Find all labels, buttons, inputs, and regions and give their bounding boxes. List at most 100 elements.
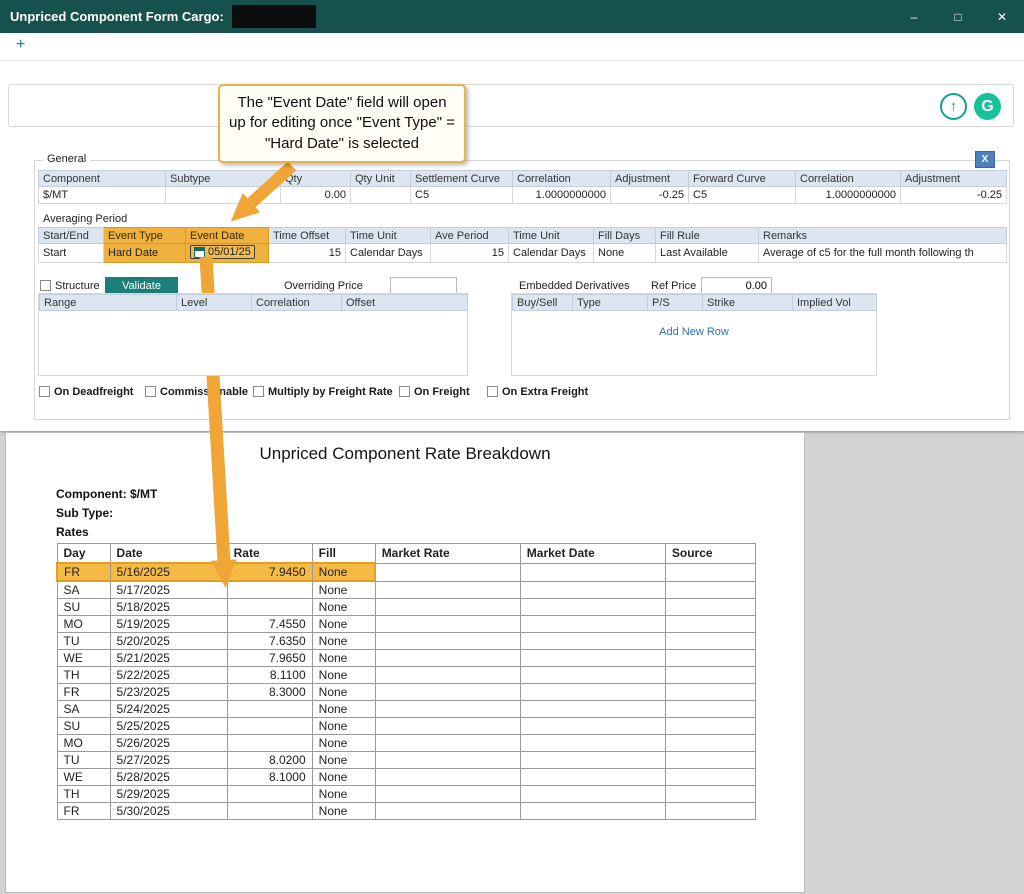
event-type-cell[interactable]: Hard Date — [104, 244, 186, 263]
maximize-button[interactable]: □ — [936, 0, 980, 33]
rate-cell: 5/27/2025 — [110, 752, 227, 769]
rate-cell: TH — [57, 667, 110, 684]
rate-row[interactable]: TH5/29/2025None — [57, 786, 756, 803]
rate-cell: TH — [57, 786, 110, 803]
rate-row[interactable]: WE5/21/20257.9650None — [57, 650, 756, 667]
on-deadfreight-box[interactable] — [39, 386, 50, 397]
rate-cell: FR — [57, 563, 110, 581]
time-unit-2-cell[interactable]: Calendar Days — [509, 244, 594, 263]
event-date-cell[interactable]: 05/01/25 — [186, 244, 269, 263]
rate-cell — [665, 769, 755, 786]
ave-period-cell[interactable]: 15 — [431, 244, 509, 263]
col-strike: Strike — [703, 295, 793, 311]
new-tab-button[interactable]: + — [16, 36, 25, 54]
rate-cell — [375, 752, 520, 769]
correlation-2-cell[interactable]: 1.0000000000 — [796, 187, 901, 204]
rate-cell: MO — [57, 735, 110, 752]
commissionable-box[interactable] — [145, 386, 156, 397]
time-offset-cell[interactable]: 15 — [269, 244, 346, 263]
rate-cell: 5/26/2025 — [110, 735, 227, 752]
adjustment-cell[interactable]: -0.25 — [611, 187, 689, 204]
on-deadfreight-checkbox[interactable]: On Deadfreight — [39, 386, 133, 398]
rate-row[interactable]: WE5/28/20258.1000None — [57, 769, 756, 786]
subtype-cell[interactable] — [166, 187, 281, 204]
upload-icon[interactable]: ↑ — [940, 93, 967, 120]
close-button[interactable]: ✕ — [980, 0, 1024, 33]
averaging-header-row: Start/End Event Type Event Date Time Off… — [39, 228, 1007, 244]
col-range: Range — [40, 295, 177, 311]
rate-cell: None — [312, 786, 375, 803]
settlement-curve-cell[interactable]: C5 — [411, 187, 513, 204]
general-section: General X Component Subtype Qty Qty Unit… — [34, 160, 1010, 420]
on-extra-freight-label: On Extra Freight — [502, 386, 588, 398]
rate-cell — [665, 786, 755, 803]
fill-rule-cell[interactable]: Last Available — [656, 244, 759, 263]
rate-cell — [375, 599, 520, 616]
rate-row[interactable]: SU5/25/2025None — [57, 718, 756, 735]
remarks-cell[interactable]: Average of c5 for the full month followi… — [759, 244, 1007, 263]
rate-cell — [665, 718, 755, 735]
rate-cell — [520, 633, 665, 650]
rate-cell — [520, 599, 665, 616]
col-adjustment-2: Adjustment — [901, 171, 1007, 187]
tab-strip: + — [0, 33, 1024, 61]
rate-row[interactable]: TU5/20/20257.6350None — [57, 633, 756, 650]
callout-note: The "Event Date" field will open up for … — [218, 84, 466, 163]
correlation-cell[interactable]: 1.0000000000 — [513, 187, 611, 204]
rate-cell: WE — [57, 650, 110, 667]
titlebar: Unpriced Component Form Cargo: – □ ✕ — [0, 0, 1024, 33]
qty-cell[interactable]: 0.00 — [281, 187, 351, 204]
rate-cell: 5/30/2025 — [110, 803, 227, 820]
rate-cell: SU — [57, 599, 110, 616]
col-correlation: Correlation — [513, 171, 611, 187]
rate-row[interactable]: FR5/30/2025None — [57, 803, 756, 820]
col-time-unit-2: Time Unit — [509, 228, 594, 244]
adjustment-2-cell[interactable]: -0.25 — [901, 187, 1007, 204]
minimize-button[interactable]: – — [892, 0, 936, 33]
rate-row[interactable]: SA5/24/2025None — [57, 701, 756, 718]
main-window: Unpriced Component Form Cargo: – □ ✕ + ↑… — [0, 0, 1024, 431]
averaging-period-label: Averaging Period — [43, 213, 127, 225]
structure-label: Structure — [55, 280, 100, 292]
rate-row[interactable]: FR5/23/20258.3000None — [57, 684, 756, 701]
multiply-by-freight-rate-checkbox[interactable]: Multiply by Freight Rate — [253, 386, 393, 398]
structure-checkbox-box[interactable] — [40, 280, 51, 291]
time-unit-cell[interactable]: Calendar Days — [346, 244, 431, 263]
col-level: Level — [177, 295, 252, 311]
rate-cell: None — [312, 581, 375, 599]
general-close-button[interactable]: X — [975, 151, 995, 168]
rate-row[interactable]: TU5/27/20258.0200None — [57, 752, 756, 769]
forward-curve-cell[interactable]: C5 — [689, 187, 796, 204]
ref-price-label: Ref Price — [651, 280, 696, 292]
multiply-by-freight-rate-box[interactable] — [253, 386, 264, 397]
col-correlation-2: Correlation — [796, 171, 901, 187]
rate-row[interactable]: FR5/16/20257.9450None — [57, 563, 756, 581]
qty-unit-cell[interactable] — [351, 187, 411, 204]
event-date-field[interactable]: 05/01/25 — [190, 245, 255, 259]
on-freight-box[interactable] — [399, 386, 410, 397]
commissionable-label: Commissionable — [160, 386, 248, 398]
rate-cell — [520, 581, 665, 599]
add-new-row-link[interactable]: Add New Row — [512, 326, 876, 338]
col-settlement-curve: Settlement Curve — [411, 171, 513, 187]
commissionable-checkbox[interactable]: Commissionable — [145, 386, 248, 398]
rate-cell — [520, 769, 665, 786]
rate-row[interactable]: MO5/26/2025 None — [57, 735, 756, 752]
range-table: Range Level Correlation Offset — [38, 293, 468, 376]
rate-row[interactable]: SA5/17/2025None — [57, 581, 756, 599]
rate-row[interactable]: MO5/19/20257.4550None — [57, 616, 756, 633]
component-cell[interactable]: $/MT — [39, 187, 166, 204]
rate-cell: 8.1000 — [227, 769, 312, 786]
rate-row[interactable]: SU5/18/2025None — [57, 599, 756, 616]
on-freight-checkbox[interactable]: On Freight — [399, 386, 470, 398]
start-end-cell[interactable]: Start — [39, 244, 104, 263]
rate-row[interactable]: TH5/22/20258.1100None — [57, 667, 756, 684]
fill-days-cell[interactable]: None — [594, 244, 656, 263]
grammarly-icon[interactable]: G — [974, 93, 1001, 120]
structure-checkbox[interactable]: Structure — [40, 280, 100, 292]
calendar-icon[interactable] — [194, 247, 205, 258]
on-extra-freight-box[interactable] — [487, 386, 498, 397]
on-extra-freight-checkbox[interactable]: On Extra Freight — [487, 386, 588, 398]
rate-cell — [665, 563, 755, 581]
rate-cell: None — [312, 735, 375, 752]
